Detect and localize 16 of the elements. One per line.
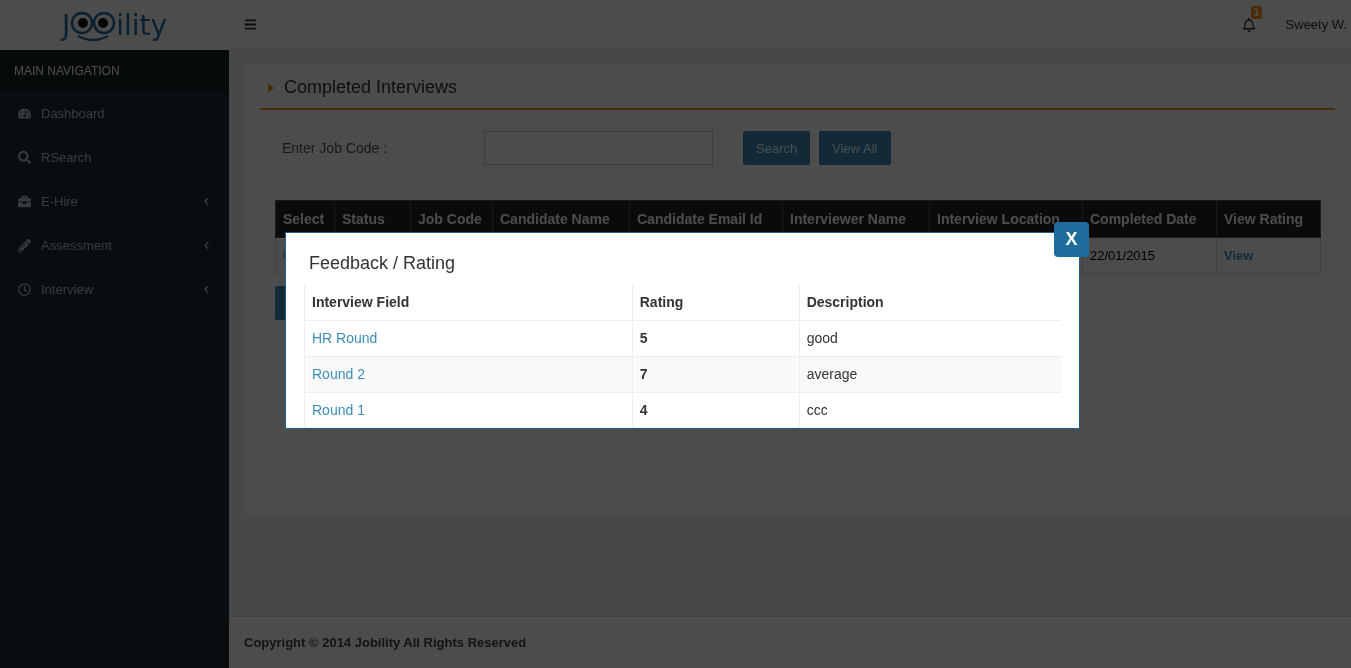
round-link[interactable]: Round 1 <box>312 402 365 419</box>
copyright-text: Copyright © 2014 Jobility All Rights Reserved <box>244 635 527 650</box>
rating-cell: 5 <box>632 320 800 356</box>
view-link[interactable]: View <box>1224 248 1254 263</box>
round-link[interactable]: HR Round <box>312 330 378 346</box>
rating-cell: 4 <box>632 392 800 428</box>
description-cell: good <box>799 320 1061 356</box>
description-cell: ccc <box>799 392 1061 428</box>
description-cell: average <box>799 356 1061 392</box>
dialog-title: Feedback / Rating <box>309 253 457 274</box>
panel-title-text: Completed Interviews <box>284 77 458 98</box>
logo-text: ility <box>116 8 168 42</box>
round-link[interactable]: Round 2 <box>312 366 365 382</box>
close-button[interactable]: X <box>1054 222 1089 257</box>
rating-cell: 7 <box>632 356 800 392</box>
logo-text: J <box>61 8 71 42</box>
